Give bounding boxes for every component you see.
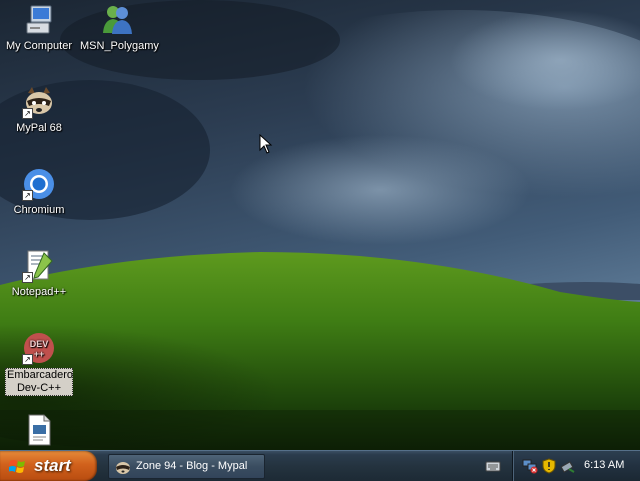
document-file-icon (22, 413, 56, 447)
desktop-wallpaper[interactable] (0, 0, 640, 450)
msn-messenger-icon (100, 3, 134, 37)
desktop-icon-notepad-plus-plus[interactable]: ↗ Notepad++ (1, 249, 77, 299)
network-warning-icon[interactable] (522, 458, 538, 474)
safely-remove-hardware-icon[interactable] (560, 458, 576, 474)
notepad-plus-plus-icon: ↗ (22, 249, 56, 283)
desktop-icon-label: MyPal 68 (16, 122, 62, 134)
mypal-raccoon-icon (115, 459, 131, 475)
desktop-icon-dev-cpp[interactable]: DEV ++ ↗ Embarcadero Dev-C++ (1, 331, 77, 396)
desktop-icon-label: My Computer (5, 40, 73, 52)
mouse-cursor-icon (259, 133, 273, 154)
desktop-icon-msn-polygamy[interactable]: MSN_Polygamy (79, 3, 159, 53)
start-label: start (34, 456, 71, 475)
taskbar: start Zone 94 - Blog - Mypal 6:13 AM (0, 450, 640, 481)
dev-cpp-icon: DEV ++ ↗ (22, 331, 56, 365)
system-tray: 6:13 AM (512, 451, 640, 481)
chromium-icon: ↗ (22, 167, 56, 201)
svg-text:DEV: DEV (30, 339, 49, 349)
my-computer-icon (22, 3, 56, 37)
desktop-icon-my-computer[interactable]: My Computer (1, 3, 77, 53)
clock[interactable]: 6:13 AM (584, 459, 624, 471)
security-shield-icon[interactable] (541, 458, 557, 474)
mypal-raccoon-icon: ↗ (22, 85, 56, 119)
start-button[interactable]: start (0, 451, 97, 481)
desktop-icon-label: Chromium (13, 204, 65, 216)
desktop-icon-label: Notepad++ (11, 286, 67, 298)
shortcut-arrow-icon: ↗ (22, 108, 33, 119)
taskbar-button-mypal[interactable]: Zone 94 - Blog - Mypal (108, 454, 265, 479)
desktop-icon-chromium[interactable]: ↗ Chromium (1, 167, 77, 217)
desktop-icon-mypal[interactable]: ↗ MyPal 68 (1, 85, 77, 135)
desktop-icon-label: Embarcadero Dev-C++ (5, 368, 74, 396)
svg-text:++: ++ (34, 349, 45, 359)
taskbar-button-label: Zone 94 - Blog - Mypal (136, 460, 248, 472)
desktop-icon-label: MSN_Polygamy (80, 40, 159, 52)
shortcut-arrow-icon: ↗ (22, 190, 33, 201)
shortcut-arrow-icon: ↗ (22, 272, 33, 283)
windows-flag-icon (8, 458, 26, 475)
keyboard-language-icon[interactable] (485, 459, 501, 473)
shortcut-arrow-icon: ↗ (22, 354, 33, 365)
